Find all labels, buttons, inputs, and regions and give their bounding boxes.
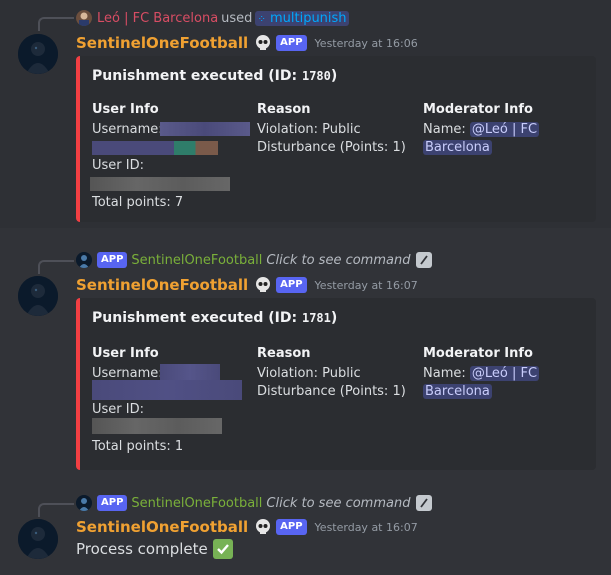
reason-line-2: Disturbance (Points: 1) xyxy=(257,140,406,155)
redacted-userid xyxy=(90,177,230,191)
embed-title: Punishment executed (ID: 1781) xyxy=(92,310,337,326)
bot-avatar[interactable] xyxy=(18,519,58,559)
slash-command-mention[interactable]: ⁘ multipunish xyxy=(255,10,349,26)
reply-spine xyxy=(38,260,74,274)
reason-line-1: Violation: Public xyxy=(257,366,361,381)
bot-avatar[interactable] xyxy=(18,276,58,316)
skull-role-icon xyxy=(254,34,272,52)
userid-label: User ID: xyxy=(92,402,144,417)
reply-app-badge: APP xyxy=(97,252,128,268)
slash-command-icon[interactable] xyxy=(416,495,433,511)
userid-label: User ID: xyxy=(92,158,144,173)
reason-heading: Reason xyxy=(257,102,311,117)
punishment-id: 1780 xyxy=(301,69,331,83)
author-name[interactable]: SentinelOneFootball xyxy=(76,276,248,294)
redacted-username xyxy=(160,122,250,136)
embed-title-suffix: ) xyxy=(330,310,338,326)
app-badge: APP xyxy=(276,277,307,293)
timestamp[interactable]: Yesterday at 16:06 xyxy=(315,37,418,50)
punishment-embed: Punishment executed (ID: 1781) User Info… xyxy=(76,298,596,470)
message-1: Leó | FC Barcelona used ⁘ multipunish Se… xyxy=(0,0,611,228)
moderator-mention-cont[interactable]: Barcelona xyxy=(423,384,492,399)
total-points: Total points: 1 xyxy=(92,439,184,454)
reply-spine xyxy=(38,17,74,31)
message-2: APP SentinelOneFootball Click to see com… xyxy=(0,240,611,480)
reason-heading: Reason xyxy=(257,346,311,361)
moderator-mention[interactable]: @Leó | FC xyxy=(469,366,540,381)
message-3: APP SentinelOneFootball Click to see com… xyxy=(0,484,611,575)
total-points: Total points: 7 xyxy=(92,195,184,210)
message-header: SentinelOneFootball APP Yesterday at 16:… xyxy=(76,516,418,538)
user-info-heading: User Info xyxy=(92,346,159,361)
skull-role-icon xyxy=(254,276,272,294)
reply-username[interactable]: SentinelOneFootball xyxy=(131,253,262,268)
username-label: Username: xyxy=(92,122,163,137)
moderator-name-row-2: Barcelona xyxy=(423,383,492,401)
embed-title: Punishment executed (ID: 1780) xyxy=(92,68,337,84)
moderator-name-row-2: Barcelona xyxy=(423,139,492,157)
command-name: multipunish xyxy=(269,10,347,26)
reply-username[interactable]: Leó | FC Barcelona xyxy=(97,11,218,26)
skull-role-icon xyxy=(254,518,272,536)
reply-context[interactable]: Leó | FC Barcelona used ⁘ multipunish xyxy=(76,8,349,28)
redacted-username-2 xyxy=(92,141,218,155)
name-label: Name: xyxy=(423,366,466,381)
author-name[interactable]: SentinelOneFootball xyxy=(76,34,248,52)
bot-mini-avatar[interactable] xyxy=(76,495,92,511)
punishment-embed: Punishment executed (ID: 1780) User Info… xyxy=(76,56,596,222)
reason-line-2: Disturbance (Points: 1) xyxy=(257,384,406,399)
embed-title-prefix: Punishment executed (ID: xyxy=(92,68,302,84)
reply-spine xyxy=(38,503,74,517)
user-mini-avatar[interactable] xyxy=(76,10,92,26)
reply-context[interactable]: APP SentinelOneFootball Click to see com… xyxy=(76,493,433,513)
redacted-userid xyxy=(92,418,222,434)
timestamp[interactable]: Yesterday at 16:07 xyxy=(315,521,418,534)
moderator-mention[interactable]: @Leó | FC xyxy=(469,122,540,137)
redacted-username-2 xyxy=(92,380,242,400)
bot-avatar[interactable] xyxy=(18,34,58,74)
message-header: SentinelOneFootball APP Yesterday at 16:… xyxy=(76,32,418,54)
embed-title-prefix: Punishment executed (ID: xyxy=(92,310,302,326)
check-mark-icon xyxy=(212,539,233,559)
slash-command-icon[interactable] xyxy=(416,252,433,268)
message-header: SentinelOneFootball APP Yesterday at 16:… xyxy=(76,274,418,296)
moderator-heading: Moderator Info xyxy=(423,102,533,117)
click-to-see-command[interactable]: Click to see command xyxy=(266,496,410,511)
name-label: Name: xyxy=(423,122,466,137)
message-content: Process complete xyxy=(76,539,233,559)
app-badge: APP xyxy=(276,519,307,535)
reply-app-badge: APP xyxy=(97,495,128,511)
app-badge: APP xyxy=(276,35,307,51)
author-name[interactable]: SentinelOneFootball xyxy=(76,518,248,536)
embed-title-suffix: ) xyxy=(330,68,338,84)
reply-context[interactable]: APP SentinelOneFootball Click to see com… xyxy=(76,250,433,270)
moderator-name-row: Name: @Leó | FC xyxy=(423,121,540,139)
bot-mini-avatar[interactable] xyxy=(76,252,92,268)
moderator-name-row: Name: @Leó | FC xyxy=(423,365,540,383)
reply-used-text: used xyxy=(221,10,253,26)
message-text: Process complete xyxy=(76,540,208,558)
click-to-see-command[interactable]: Click to see command xyxy=(266,253,410,268)
timestamp[interactable]: Yesterday at 16:07 xyxy=(315,279,418,292)
moderator-mention-cont[interactable]: Barcelona xyxy=(423,140,492,155)
punishment-id: 1781 xyxy=(301,311,331,325)
reason-line-1: Violation: Public xyxy=(257,122,361,137)
moderator-heading: Moderator Info xyxy=(423,346,533,361)
command-icon: ⁘ xyxy=(257,13,266,25)
reply-username[interactable]: SentinelOneFootball xyxy=(131,496,262,511)
user-info-heading: User Info xyxy=(92,102,159,117)
